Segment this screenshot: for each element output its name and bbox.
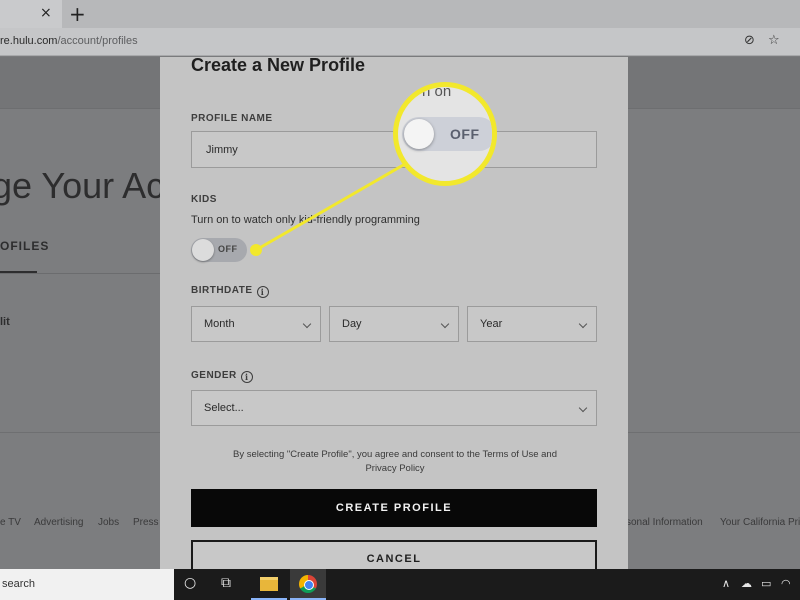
chevron-up-icon[interactable]: ∧: [722, 577, 730, 590]
callout-connector-line: [255, 158, 413, 252]
magnified-toggle-state: OFF: [450, 126, 480, 142]
file-explorer-icon[interactable]: [251, 569, 287, 600]
wifi-icon[interactable]: ◠: [781, 577, 791, 590]
magnifier-background-text: n on: [422, 83, 452, 100]
task-view-icon[interactable]: ⧉: [221, 575, 231, 591]
taskbar-search-text: search: [2, 578, 36, 590]
chrome-logo-icon: [299, 575, 317, 593]
taskbar-search-box[interactable]: search: [0, 569, 174, 600]
folder-icon: [260, 577, 278, 591]
magnified-toggle-knob: [404, 119, 434, 149]
magnified-kids-toggle: OFF: [402, 117, 492, 151]
callout-magnifier: n on OFF: [393, 82, 497, 186]
callout-dot: [250, 244, 262, 256]
chrome-icon[interactable]: [290, 569, 326, 600]
windows-taskbar: search ○ ⧉ ∧ ☁ ▭ ◠: [0, 569, 800, 600]
onedrive-icon[interactable]: ☁: [741, 577, 752, 590]
cortana-icon[interactable]: ○: [184, 575, 196, 591]
battery-icon[interactable]: ▭: [761, 577, 771, 590]
